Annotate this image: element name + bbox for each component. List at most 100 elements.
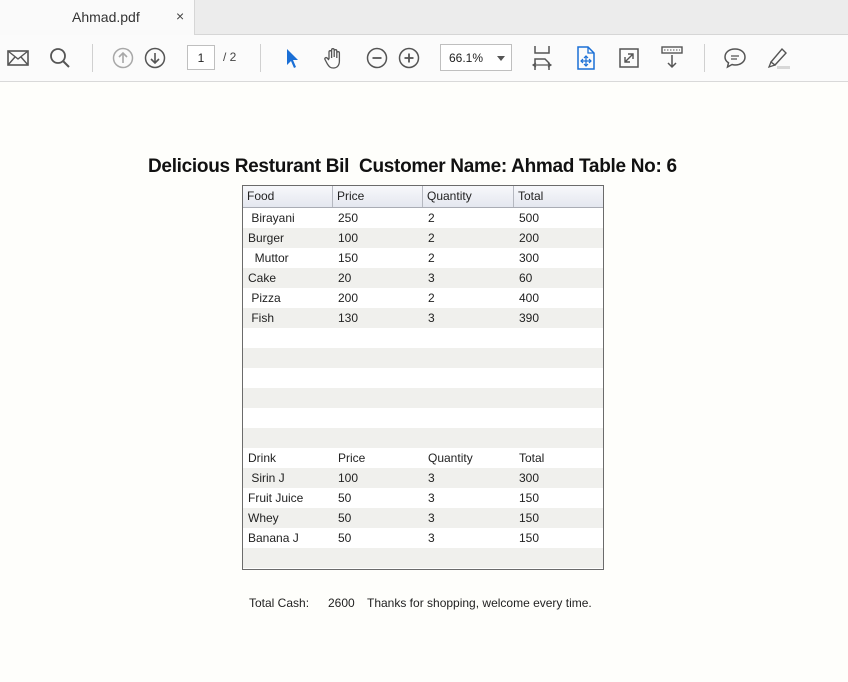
table-row[interactable]: Pizza 200 2 400 xyxy=(243,288,603,308)
scroll-mode-icon[interactable] xyxy=(658,44,686,72)
total-cash-label: Total Cash: xyxy=(249,596,310,610)
table-cell: 50 xyxy=(338,511,352,525)
toolbar-separator xyxy=(260,44,261,72)
table-row[interactable] xyxy=(243,428,603,448)
table-cell: 2 xyxy=(428,231,435,245)
table-row[interactable]: Muttor 150 2 300 xyxy=(243,248,603,268)
column-header-quantity[interactable]: Quantity xyxy=(423,186,514,207)
table-row[interactable] xyxy=(243,348,603,368)
tab-title[interactable]: Ahmad.pdf xyxy=(72,9,140,25)
table-cell: Burger xyxy=(248,231,285,245)
table-cell: 100 xyxy=(338,471,359,485)
table-row[interactable] xyxy=(243,548,603,568)
table-cell: 2 xyxy=(428,211,435,225)
table-row[interactable] xyxy=(243,368,603,388)
column-header-total[interactable]: Total xyxy=(514,186,603,207)
table-cell: 3 xyxy=(428,471,435,485)
table-cell: 60 xyxy=(519,271,533,285)
table-row[interactable]: Burger 100 2 200 xyxy=(243,228,603,248)
table-cell: 2 xyxy=(428,291,435,305)
table-cell: Cake xyxy=(248,271,277,285)
total-cash-value: 2600 xyxy=(328,596,355,610)
table-cell: 3 xyxy=(428,491,435,505)
table-cell: 50 xyxy=(338,491,352,505)
table-cell: Muttor xyxy=(248,251,289,265)
previous-page-icon[interactable] xyxy=(109,44,137,72)
toolbar-separator xyxy=(92,44,93,72)
table-cell: 300 xyxy=(519,251,540,265)
table-row[interactable] xyxy=(243,568,603,569)
table-cell: 2 xyxy=(428,251,435,265)
table-cell: Drink xyxy=(248,451,277,465)
table-row[interactable]: Fruit Juice 50 3 150 xyxy=(243,488,603,508)
mail-icon[interactable] xyxy=(4,44,32,72)
table-cell: 390 xyxy=(519,311,540,325)
fit-page-icon[interactable] xyxy=(528,44,556,72)
table-cell: 150 xyxy=(519,491,540,505)
zoom-out-icon[interactable] xyxy=(363,44,391,72)
table-row[interactable]: Drink Price Quantity Total xyxy=(243,448,603,468)
table-header: Food Price Quantity Total xyxy=(243,186,603,208)
table-cell: 150 xyxy=(338,251,359,265)
table-cell: Sirin J xyxy=(248,471,285,485)
table-cell: Pizza xyxy=(248,291,281,305)
document-tab[interactable]: Ahmad.pdf × xyxy=(0,0,195,35)
table-cell: 250 xyxy=(338,211,359,225)
search-icon[interactable] xyxy=(46,44,74,72)
bill-table: Food Price Quantity Total Birayani 250 2 50… xyxy=(242,185,604,570)
table-cell: 400 xyxy=(519,291,540,305)
table-cell: 20 xyxy=(338,271,352,285)
table-cell: 300 xyxy=(519,471,540,485)
page-title: Delicious Resturant Bil Customer Name: A… xyxy=(148,156,677,177)
chevron-down-icon[interactable] xyxy=(497,56,505,61)
table-row[interactable] xyxy=(243,408,603,428)
rotate-icon[interactable] xyxy=(572,44,600,72)
table-cell: Banana J xyxy=(248,531,299,545)
table-cell: 100 xyxy=(338,231,359,245)
table-cell: 200 xyxy=(338,291,359,305)
column-header-price[interactable]: Price xyxy=(333,186,423,207)
table-cell: 50 xyxy=(338,531,352,545)
table-cell: 3 xyxy=(428,311,435,325)
zoom-in-icon[interactable] xyxy=(395,44,423,72)
hand-tool-icon[interactable] xyxy=(320,44,348,72)
table-row[interactable]: Fish 130 3 390 xyxy=(243,308,603,328)
table-cell: Fruit Juice xyxy=(248,491,304,505)
table-cell: 3 xyxy=(428,271,435,285)
page-number-input[interactable]: 1 xyxy=(187,45,215,70)
page-total: / 2 xyxy=(223,50,237,64)
select-arrow-icon[interactable] xyxy=(278,44,306,72)
table-cell: 200 xyxy=(519,231,540,245)
table-row[interactable] xyxy=(243,388,603,408)
column-header-food[interactable]: Food xyxy=(243,186,333,207)
table-cell: Birayani xyxy=(248,211,295,225)
close-tab-icon[interactable]: × xyxy=(176,8,184,24)
zoom-select[interactable]: 66.1% xyxy=(440,44,512,71)
tab-bar: Ahmad.pdf × xyxy=(0,0,848,35)
thanks-message: Thanks for shopping, welcome every time. xyxy=(367,596,592,610)
zoom-value: 66.1% xyxy=(449,51,484,65)
highlight-pen-icon[interactable] xyxy=(764,44,792,72)
table-cell: Fish xyxy=(248,311,275,325)
table-cell: 3 xyxy=(428,531,435,545)
table-cell: 150 xyxy=(519,531,540,545)
table-row[interactable] xyxy=(243,328,603,348)
table-row[interactable]: Sirin J 100 3 300 xyxy=(243,468,603,488)
comment-icon[interactable] xyxy=(721,44,749,72)
table-cell: Total xyxy=(519,451,545,465)
table-cell: 500 xyxy=(519,211,540,225)
table-cell: Whey xyxy=(248,511,279,525)
table-cell: 3 xyxy=(428,511,435,525)
table-row[interactable]: Banana J 50 3 150 xyxy=(243,528,603,548)
table-row[interactable]: Cake 20 3 60 xyxy=(243,268,603,288)
table-cell: Quantity xyxy=(428,451,473,465)
table-row[interactable]: Whey 50 3 150 xyxy=(243,508,603,528)
toolbar-separator xyxy=(704,44,705,72)
table-cell: Price xyxy=(338,451,366,465)
full-screen-icon[interactable] xyxy=(615,44,643,72)
table-cell: 130 xyxy=(338,311,359,325)
next-page-icon[interactable] xyxy=(141,44,169,72)
table-row[interactable]: Birayani 250 2 500 xyxy=(243,208,603,228)
toolbar: 1 / 2 66.1% xyxy=(0,35,848,82)
table-cell: 150 xyxy=(519,511,540,525)
